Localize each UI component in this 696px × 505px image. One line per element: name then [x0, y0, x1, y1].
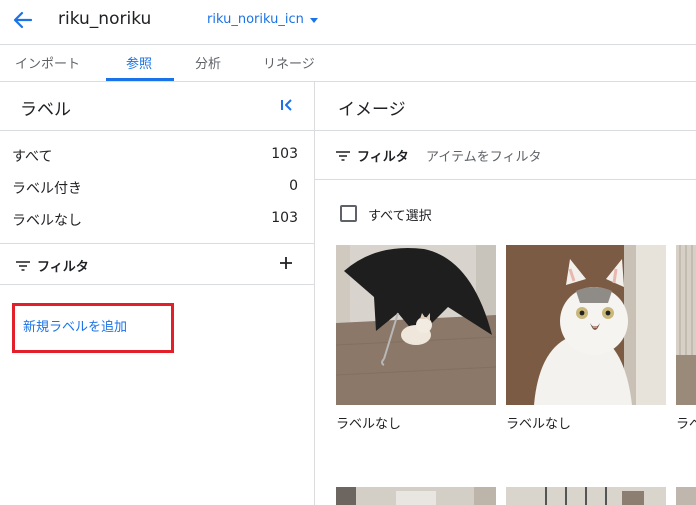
labels-panel-title: ラベル — [20, 100, 71, 120]
label-filter-labeled-count: 0 — [289, 178, 298, 194]
dataset-title: riku_noriku — [58, 9, 152, 29]
label-filter-labeled[interactable]: ラベル付き 0 — [0, 172, 314, 204]
dataset-selector[interactable]: riku_noriku_icn — [207, 12, 318, 27]
tabs-divider — [0, 81, 696, 82]
image-thumbnail-1[interactable] — [336, 245, 496, 405]
header-divider — [0, 44, 696, 45]
images-panel-title: イメージ — [338, 100, 406, 120]
dataset-selector-label: riku_noriku_icn — [207, 12, 304, 27]
label-filter-unlabeled-count: 103 — [271, 210, 298, 226]
label-filter-all-count: 103 — [271, 146, 298, 162]
filter-icon — [336, 150, 350, 161]
image-thumbnail-3[interactable] — [676, 245, 696, 405]
label-filter-labeled-text: ラベル付き — [12, 181, 82, 197]
tab-lineage[interactable]: リネージ — [263, 53, 315, 72]
images-filter-button[interactable]: フィルタ — [336, 146, 409, 165]
images-filter-divider — [315, 179, 696, 180]
add-filter-icon[interactable] — [278, 255, 294, 271]
label-filter-unlabeled[interactable]: ラベルなし 103 — [0, 204, 314, 236]
image-thumbnail-4[interactable] — [336, 487, 496, 505]
labels-filter-button[interactable]: フィルタ — [16, 256, 89, 275]
labels-filter-divider — [0, 284, 314, 285]
images-title-divider — [315, 130, 696, 131]
image-thumbnail-5[interactable] — [506, 487, 666, 505]
labels-filter-label: フィルタ — [37, 260, 89, 275]
filter-icon — [16, 260, 30, 271]
images-filter-input[interactable]: アイテムをフィルタ — [426, 146, 541, 165]
tab-browse[interactable]: 参照 — [126, 53, 152, 72]
image-thumbnail-2[interactable] — [506, 245, 666, 405]
image-caption-1: ラベルなし — [336, 417, 402, 432]
tab-import[interactable]: インポート — [15, 53, 80, 72]
image-thumbnail-6[interactable] — [676, 487, 696, 505]
caret-down-icon — [309, 17, 318, 23]
labels-rows-divider — [0, 243, 314, 244]
labels-title-divider — [0, 130, 314, 131]
select-all-label: すべて選択 — [368, 209, 432, 224]
label-filter-all-text: すべて — [12, 149, 53, 165]
image-caption-2: ラベルなし — [506, 417, 572, 432]
collapse-panel-icon[interactable] — [278, 96, 296, 114]
back-arrow-icon[interactable] — [10, 8, 36, 32]
images-filter-label: フィルタ — [357, 150, 409, 165]
tab-analyze[interactable]: 分析 — [195, 53, 221, 72]
image-caption-3: ラベ — [676, 417, 696, 432]
label-filter-unlabeled-text: ラベルなし — [12, 213, 82, 229]
panel-divider — [314, 82, 315, 505]
label-filter-all[interactable]: すべて 103 — [0, 140, 314, 172]
select-all-checkbox[interactable] — [340, 205, 357, 222]
highlight-box — [12, 303, 174, 353]
